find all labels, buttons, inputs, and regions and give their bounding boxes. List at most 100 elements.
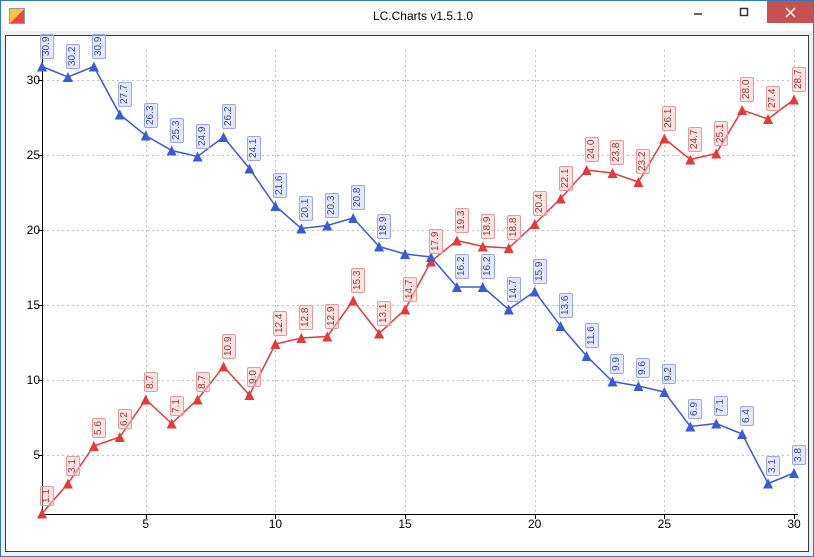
data-label: 14.7 — [507, 276, 521, 301]
data-point — [270, 201, 280, 211]
x-tick-label: 30 — [787, 517, 800, 531]
y-tick-label: 5 — [33, 448, 40, 462]
data-label: 10.9 — [222, 333, 236, 358]
data-label: 25.1 — [714, 120, 728, 145]
data-label: 15.9 — [533, 258, 547, 283]
data-label: 20.1 — [299, 195, 313, 220]
app-icon — [9, 8, 25, 24]
data-label: 15.3 — [351, 267, 365, 292]
data-point — [115, 432, 125, 442]
data-label: 9.0 — [247, 367, 261, 387]
data-point — [270, 339, 280, 349]
data-label: 20.3 — [325, 192, 339, 217]
data-point — [400, 305, 410, 315]
data-point — [737, 105, 747, 115]
data-label: 18.9 — [377, 213, 391, 238]
maximize-button[interactable] — [721, 1, 767, 23]
data-label: 6.9 — [688, 399, 702, 419]
data-label: 13.1 — [377, 300, 391, 325]
data-point — [348, 296, 358, 306]
data-point — [89, 441, 99, 451]
maximize-icon — [739, 7, 749, 17]
data-point — [633, 177, 643, 187]
data-label: 3.8 — [792, 445, 806, 465]
data-label: 5.6 — [92, 418, 106, 438]
data-point — [89, 62, 99, 72]
data-label: 24.9 — [196, 123, 210, 148]
data-label: 6.2 — [118, 409, 132, 429]
close-icon — [785, 7, 796, 18]
x-tick-label: 25 — [658, 517, 671, 531]
data-label: 30.2 — [66, 44, 80, 69]
data-label: 19.3 — [455, 207, 469, 232]
data-label: 8.7 — [196, 372, 210, 392]
data-point — [737, 429, 747, 439]
chart-plot: 5 10 15 20 25 30 5 10 15 20 25 30 1.1 3.1 5.6 6.2 8.7 7.1… — [6, 36, 808, 551]
data-label: 12.8 — [299, 305, 313, 330]
close-button[interactable] — [767, 1, 813, 23]
data-label: 25.3 — [170, 117, 184, 142]
data-point — [115, 110, 125, 120]
data-label: 8.7 — [144, 372, 158, 392]
data-label: 18.8 — [507, 215, 521, 240]
x-tick-label: 20 — [528, 517, 541, 531]
data-label: 20.4 — [533, 191, 547, 216]
data-label: 24.7 — [688, 126, 702, 151]
y-tick-label: 20 — [27, 223, 40, 237]
data-point — [63, 72, 73, 82]
app-window: LC.Charts v1.5.1.0 5 10 15 20 25 30 5 10 15 20 25 3… — [0, 0, 814, 557]
titlebar[interactable]: LC.Charts v1.5.1.0 — [1, 1, 813, 31]
data-point — [659, 387, 669, 397]
data-label: 30.9 — [40, 33, 54, 58]
data-label: 23.2 — [636, 149, 650, 174]
x-tick-label: 15 — [398, 517, 411, 531]
data-point — [348, 213, 358, 223]
y-tick-label: 10 — [27, 373, 40, 387]
data-label: 21.6 — [273, 173, 287, 198]
data-label: 9.6 — [636, 358, 650, 378]
y-tick-label: 30 — [27, 73, 40, 87]
data-point — [530, 287, 540, 297]
x-tick-label: 10 — [269, 517, 282, 531]
series-line-blue — [42, 67, 794, 484]
data-label: 28.0 — [740, 77, 754, 102]
data-point — [452, 236, 462, 246]
data-point — [141, 395, 151, 405]
data-label: 17.9 — [429, 228, 443, 253]
chart-frame: 5 10 15 20 25 30 5 10 15 20 25 30 1.1 3.1 5.6 6.2 8.7 7.1… — [5, 35, 809, 552]
data-label: 24.1 — [247, 135, 261, 160]
data-point — [219, 362, 229, 372]
data-label: 12.9 — [325, 303, 339, 328]
minimize-icon — [693, 7, 703, 17]
data-label: 7.1 — [714, 396, 728, 416]
data-label: 26.3 — [144, 102, 158, 127]
data-label: 16.2 — [455, 254, 469, 279]
data-point — [659, 134, 669, 144]
data-point — [219, 132, 229, 142]
data-label: 26.2 — [222, 104, 236, 129]
data-label: 12.4 — [273, 311, 287, 336]
client-area: 5 10 15 20 25 30 5 10 15 20 25 30 1.1 3.1 5.6 6.2 8.7 7.1… — [1, 31, 813, 556]
data-label: 6.4 — [740, 406, 754, 426]
data-label: 27.4 — [766, 86, 780, 111]
x-tick-label: 5 — [142, 517, 149, 531]
data-label: 1.1 — [40, 486, 54, 506]
data-label: 3.1 — [766, 456, 780, 476]
data-point — [789, 95, 799, 105]
data-label: 9.2 — [662, 364, 676, 384]
data-label: 28.7 — [792, 66, 806, 91]
data-label: 27.7 — [118, 81, 132, 106]
window-controls — [675, 1, 813, 23]
series-line-red — [42, 100, 794, 514]
y-tick-label: 15 — [27, 298, 40, 312]
data-label: 22.1 — [559, 165, 573, 190]
minimize-button[interactable] — [675, 1, 721, 23]
data-label: 11.6 — [585, 323, 599, 348]
data-point — [63, 479, 73, 489]
data-label: 9.9 — [610, 354, 624, 374]
data-label: 30.9 — [92, 33, 106, 58]
data-label: 26.1 — [662, 105, 676, 130]
y-tick-label: 25 — [27, 148, 40, 162]
data-point — [711, 149, 721, 159]
data-label: 23.8 — [610, 140, 624, 165]
